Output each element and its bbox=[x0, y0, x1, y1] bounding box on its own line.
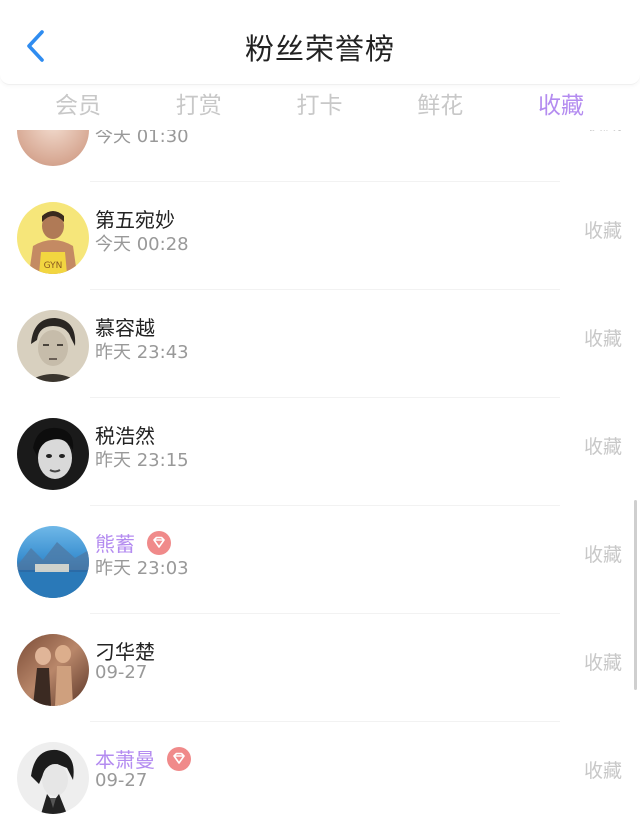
favorite-label: 收藏 bbox=[583, 760, 622, 782]
diamond-icon bbox=[167, 746, 191, 771]
avatar bbox=[17, 634, 89, 706]
user-name: 税浩然 bbox=[95, 424, 155, 448]
list-item[interactable]: 今天 01:30 收藏 bbox=[0, 130, 640, 182]
list-item[interactable]: 慕容越 昨天 23:43 收藏 bbox=[0, 290, 640, 398]
list-item[interactable]: 刁华楚 09-27 收藏 bbox=[0, 614, 640, 722]
list-item[interactable]: GYN 第五宛妙 今天 00:28 收藏 bbox=[0, 182, 640, 290]
svg-text:GYN: GYN bbox=[44, 261, 63, 271]
tab-bar: 会员 打赏 打卡 鲜花 收藏 bbox=[0, 84, 640, 130]
list-item[interactable]: 本萧曼 09-27 收藏 bbox=[0, 722, 640, 830]
avatar bbox=[17, 526, 89, 598]
tab-favorites[interactable]: 收藏 bbox=[516, 84, 606, 130]
favorite-label: 收藏 bbox=[583, 220, 622, 242]
app-header: 粉丝荣誉榜 bbox=[0, 0, 640, 85]
favorite-label: 收藏 bbox=[584, 130, 622, 135]
list-item[interactable]: 税浩然 昨天 23:15 收藏 bbox=[0, 398, 640, 506]
page-title: 粉丝荣誉榜 bbox=[244, 32, 395, 66]
user-time: 09-27 bbox=[95, 770, 148, 791]
favorite-label: 收藏 bbox=[583, 544, 622, 566]
favorite-label: 收藏 bbox=[583, 436, 622, 458]
avatar bbox=[17, 130, 89, 166]
tab-checkin[interactable]: 打卡 bbox=[275, 84, 365, 130]
diamond-icon bbox=[147, 530, 171, 555]
avatar bbox=[17, 418, 89, 490]
user-time: 今天 00:28 bbox=[95, 234, 189, 255]
avatar: GYN bbox=[17, 202, 89, 274]
user-name: 熊蓄 bbox=[95, 528, 171, 557]
scrollbar[interactable] bbox=[634, 500, 637, 690]
user-time: 昨天 23:43 bbox=[95, 342, 189, 363]
avatar bbox=[17, 310, 89, 382]
fan-list: 今天 01:30 收藏 GYN 第五宛妙 今天 00:28 收藏 bbox=[0, 130, 640, 837]
tab-rewards[interactable]: 打赏 bbox=[154, 84, 244, 130]
user-time: 今天 01:30 bbox=[95, 130, 189, 147]
user-time: 昨天 23:03 bbox=[95, 558, 189, 579]
favorite-label: 收藏 bbox=[583, 652, 622, 674]
list-item[interactable]: 熊蓄 昨天 23:03 收藏 bbox=[0, 506, 640, 614]
user-name: 慕容越 bbox=[95, 316, 155, 340]
user-name: 本萧曼 bbox=[95, 744, 191, 773]
user-name: 第五宛妙 bbox=[95, 208, 175, 232]
user-time: 昨天 23:15 bbox=[95, 450, 189, 471]
tab-flowers[interactable]: 鲜花 bbox=[395, 84, 485, 130]
user-name: 刁华楚 bbox=[95, 640, 155, 664]
tab-members[interactable]: 会员 bbox=[33, 84, 123, 130]
favorite-label: 收藏 bbox=[583, 328, 622, 350]
avatar bbox=[17, 742, 89, 814]
user-time: 09-27 bbox=[95, 662, 148, 683]
